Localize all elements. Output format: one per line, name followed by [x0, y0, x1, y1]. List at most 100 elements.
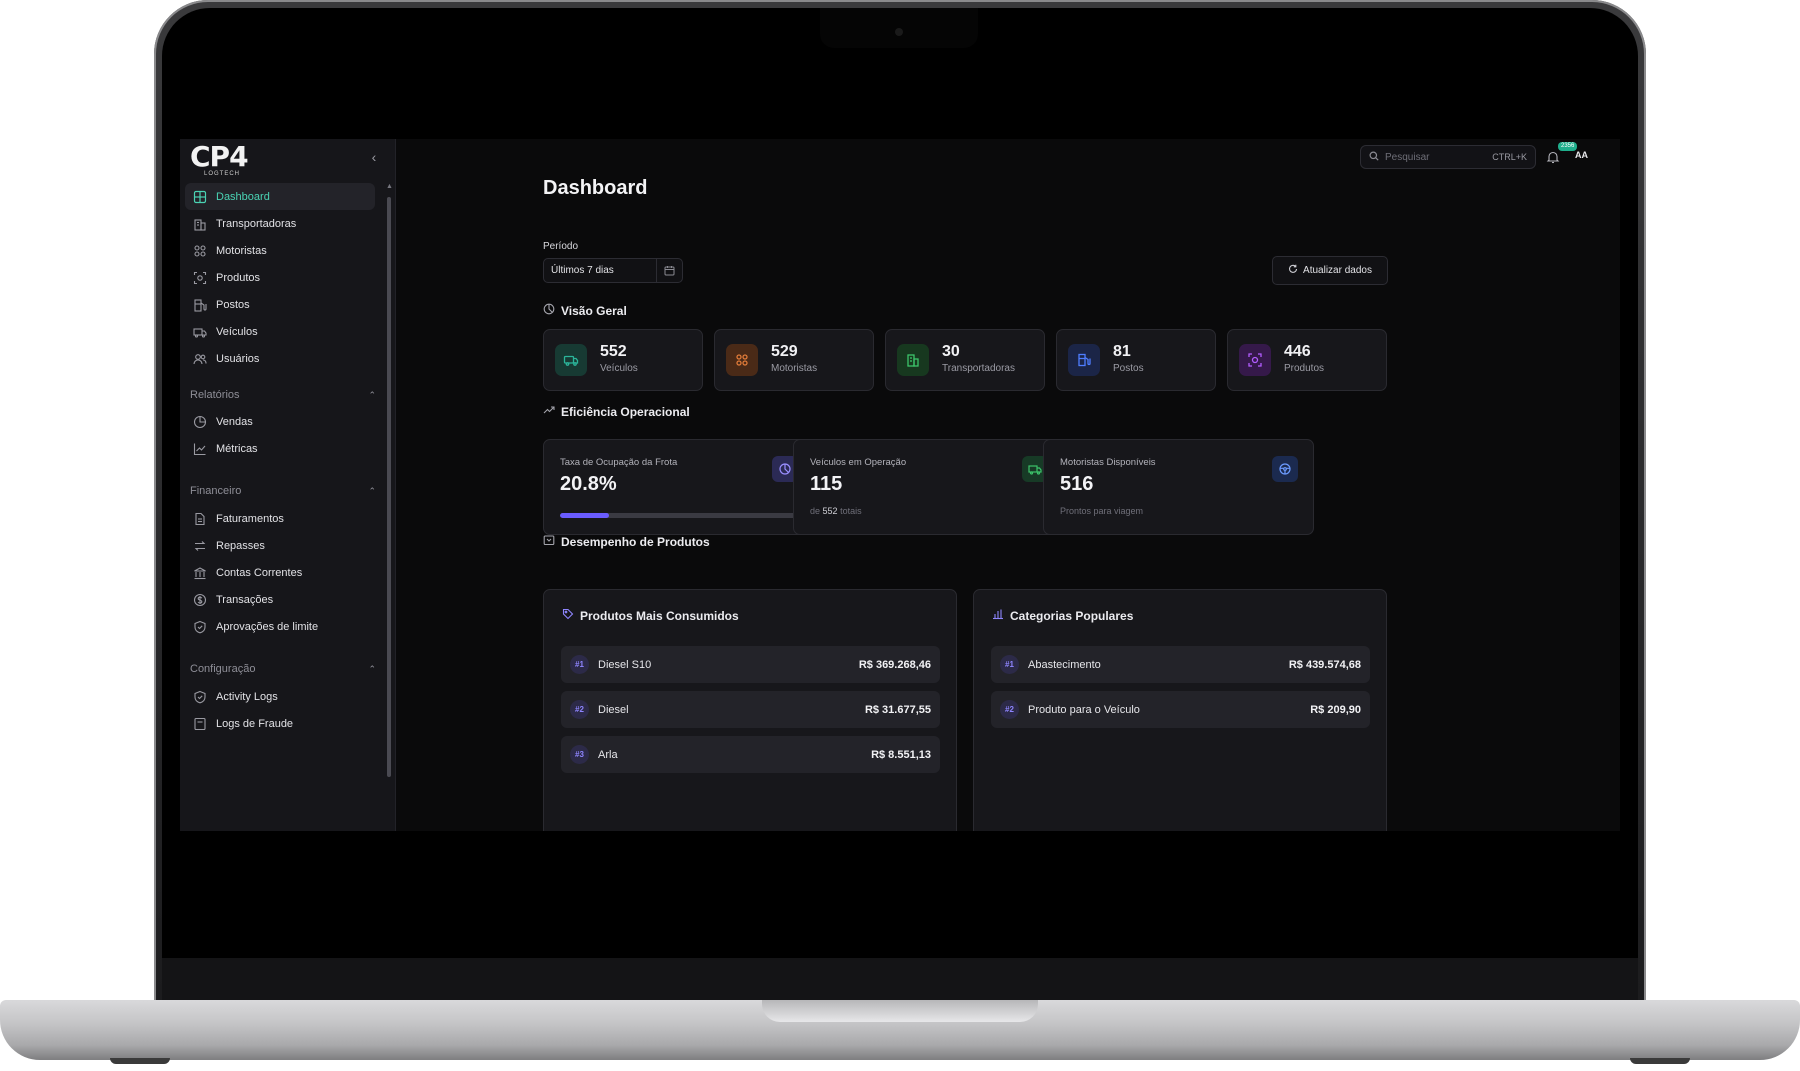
panel-title: Produtos Mais Consumidos: [562, 608, 739, 623]
logo[interactable]: CP4 LOGTECH: [190, 140, 249, 181]
category-value: R$ 209,90: [1310, 703, 1361, 716]
building-icon: [897, 344, 929, 376]
section-relatorios[interactable]: Relatórios ⌃: [190, 386, 376, 404]
list-item[interactable]: #3 Arla R$ 8.551,13: [561, 736, 940, 773]
sidebar-item-usuarios[interactable]: Usuários: [185, 345, 375, 372]
sidebar-item-contas-correntes[interactable]: Contas Correntes: [185, 559, 375, 586]
section-financeiro[interactable]: Financeiro ⌃: [190, 482, 376, 500]
list-item[interactable]: #2 Produto para o Veículo R$ 209,90: [991, 691, 1370, 728]
box-icon: [543, 534, 555, 549]
section-title: Configuração: [190, 663, 256, 675]
sidebar-item-label: Aprovações de limite: [216, 620, 319, 633]
sidebar-item-vendas[interactable]: Vendas: [185, 408, 375, 435]
period-value: Últimos 7 dias: [551, 265, 614, 276]
sidebar-item-aprovacoes-limite[interactable]: Aprovações de limite: [185, 613, 375, 640]
efficiency-sub: Prontos para viagem: [1060, 506, 1144, 516]
panel-title-text: Produtos Mais Consumidos: [580, 608, 739, 623]
logo-mark: CP4: [190, 140, 249, 173]
sidebar-item-transportadoras[interactable]: Transportadoras: [185, 210, 375, 237]
sidebar-item-label: Contas Correntes: [216, 566, 303, 579]
sidebar-item-postos[interactable]: Postos: [185, 291, 375, 318]
efficiency-card-ocupacao[interactable]: Taxa de Ocupação da Frota 20.8%: [543, 439, 814, 535]
sidebar-item-label: Veículos: [216, 325, 258, 338]
efficiency-card-disponiveis[interactable]: Motoristas Disponíveis 516 Prontos para …: [1043, 439, 1314, 535]
products-title: Desempenho de Produtos: [543, 534, 710, 549]
section-title: Financeiro: [190, 485, 242, 497]
sidebar-item-label: Postos: [216, 298, 250, 311]
pie-icon: [543, 303, 555, 318]
grid-icon: [193, 190, 207, 204]
list-item[interactable]: #1 Abastecimento R$ 439.574,68: [991, 646, 1370, 683]
list-item[interactable]: #1 Diesel S10 R$ 369.268,46: [561, 646, 940, 683]
sidebar-item-veiculos[interactable]: Veículos: [185, 318, 375, 345]
sidebar-item-activity-logs[interactable]: Activity Logs: [185, 683, 375, 710]
sidebar-item-label: Faturamentos: [216, 512, 284, 525]
sidebar-item-dashboard[interactable]: Dashboard: [185, 183, 375, 210]
product-name: Diesel S10: [598, 658, 652, 671]
overview-title-text: Visão Geral: [561, 303, 627, 318]
sidebar-item-transacoes[interactable]: Transações: [185, 586, 375, 613]
sidebar-item-logs-fraude[interactable]: Logs de Fraude: [185, 710, 375, 737]
occupancy-progress-fill: [560, 513, 610, 518]
stat-label: Produtos: [1284, 363, 1325, 374]
sidebar-item-motoristas[interactable]: Motoristas: [185, 237, 375, 264]
sidebar-item-label: Produtos: [216, 271, 261, 284]
search-placeholder: Pesquisar: [1385, 151, 1430, 163]
page-title: Dashboard: [543, 177, 648, 199]
app-screen: CP4 LOGTECH ‹ ▲ Dashboard Transportadora…: [180, 139, 1620, 831]
rank-badge: #2: [570, 700, 589, 719]
avatar[interactable]: AA: [1575, 150, 1588, 160]
bar-chart-icon: [992, 608, 1004, 623]
tag-icon: [562, 608, 574, 623]
collapse-sidebar-icon[interactable]: ‹: [366, 149, 382, 165]
stat-card-postos[interactable]: 81 Postos: [1056, 329, 1216, 391]
section-title: Relatórios: [190, 389, 240, 401]
panel-title-text: Categorias Populares: [1010, 608, 1134, 623]
sidebar-item-faturamentos[interactable]: Faturamentos: [185, 505, 375, 532]
period-select[interactable]: Últimos 7 dias: [543, 258, 683, 283]
chevron-up-icon: ⌃: [368, 485, 376, 496]
period-label: Período: [543, 241, 579, 252]
rank-badge: #1: [1000, 655, 1019, 674]
laptop-chin: [162, 958, 1638, 1000]
stat-card-motoristas[interactable]: 529 Motoristas: [714, 329, 874, 391]
sidebar-item-metricas[interactable]: Métricas: [185, 435, 375, 462]
rank-badge: #3: [570, 745, 589, 764]
product-value: R$ 369.268,46: [858, 658, 931, 671]
sidebar-item-label: Transportadoras: [216, 217, 297, 230]
refresh-button[interactable]: Atualizar dados: [1272, 256, 1388, 285]
sidebar-item-repasses[interactable]: Repasses: [185, 532, 375, 559]
sidebar-item-produtos[interactable]: Produtos: [185, 264, 375, 291]
stat-card-produtos[interactable]: 446 Produtos: [1227, 329, 1387, 391]
stat-card-transportadoras[interactable]: 30 Transportadoras: [885, 329, 1045, 391]
rank-badge: #2: [1000, 700, 1019, 719]
stat-value: 30: [942, 343, 960, 360]
bell-icon[interactable]: [1546, 150, 1560, 164]
section-configuracao[interactable]: Configuração ⌃: [190, 660, 376, 678]
overview-title: Visão Geral: [543, 303, 627, 318]
trending-up-icon: [543, 404, 555, 419]
sidebar-item-label: Vendas: [216, 415, 253, 428]
logo-subtext: LOGTECH: [204, 171, 241, 177]
stat-card-veiculos[interactable]: 552 Veículos: [543, 329, 703, 391]
efficiency-card-operacao[interactable]: Veículos em Operação 115 de 552 totais: [793, 439, 1064, 535]
efficiency-sub: de 552 totais: [810, 506, 862, 516]
occupancy-progress-bar: [560, 513, 796, 518]
users-grid-icon: [726, 344, 758, 376]
popular-categories-panel: Categorias Populares #1 Abastecimento R$…: [973, 589, 1387, 831]
coin-icon: [193, 593, 207, 607]
stat-value: 552: [600, 343, 627, 360]
efficiency-title-text: Eficiência Operacional: [561, 404, 690, 419]
efficiency-value: 516: [1060, 473, 1094, 495]
panel-title: Categorias Populares: [992, 608, 1133, 623]
list-item[interactable]: #2 Diesel R$ 31.677,55: [561, 691, 940, 728]
sidebar-item-label: Usuários: [216, 352, 260, 365]
search-input[interactable]: Pesquisar CTRL+K: [1360, 145, 1536, 169]
stat-value: 529: [771, 343, 798, 360]
efficiency-title: Eficiência Operacional: [543, 404, 690, 419]
stat-label: Transportadoras: [942, 363, 1015, 374]
calendar-icon[interactable]: [656, 259, 682, 282]
product-value: R$ 31.677,55: [864, 703, 931, 716]
camera-icon: [895, 28, 903, 36]
refresh-icon: [1288, 264, 1298, 277]
